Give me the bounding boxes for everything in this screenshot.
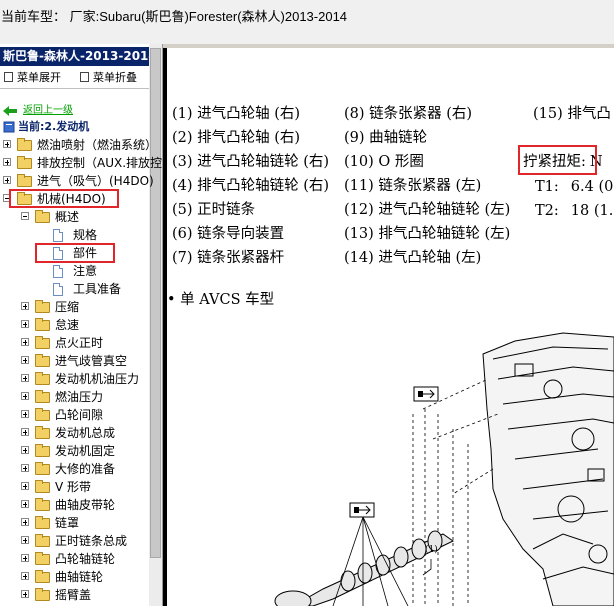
highlight-box bbox=[9, 189, 119, 208]
folder-icon bbox=[35, 588, 50, 601]
sidebar: 斯巴鲁-森林人-2013-2014- 菜单展开 菜单折叠 返回上一级 当前:2.… bbox=[0, 44, 163, 606]
folder-icon bbox=[35, 570, 50, 583]
expand-icon[interactable] bbox=[21, 518, 29, 526]
expand-icon[interactable] bbox=[21, 464, 29, 472]
highlight-box bbox=[518, 145, 597, 175]
collapse-icon[interactable] bbox=[21, 212, 29, 220]
parts-list-column-2: (8) 链条张紧器 (右) (9) 曲轴链轮 (10) O 形圈 (11) 链条… bbox=[344, 106, 511, 266]
document-icon bbox=[53, 283, 63, 296]
parts-list-column-3: (15) 排气凸 bbox=[533, 106, 611, 122]
collapse-all-button[interactable]: 菜单折叠 bbox=[80, 68, 137, 88]
folder-icon bbox=[35, 336, 50, 349]
sidebar-divider bbox=[0, 88, 149, 89]
sidebar-menu-bar: 菜单展开 菜单折叠 bbox=[0, 68, 149, 88]
expand-icon[interactable] bbox=[21, 356, 29, 364]
folder-icon bbox=[35, 408, 50, 421]
folder-icon bbox=[35, 390, 50, 403]
expand-icon[interactable] bbox=[21, 536, 29, 544]
scrollbar-thumb[interactable] bbox=[150, 48, 161, 558]
collapse-all-icon bbox=[80, 72, 89, 82]
expand-icon[interactable] bbox=[21, 572, 29, 580]
expand-all-button[interactable]: 菜单展开 bbox=[4, 68, 61, 88]
expand-icon[interactable] bbox=[21, 410, 29, 418]
expand-icon[interactable] bbox=[21, 446, 29, 454]
expand-icon[interactable] bbox=[21, 482, 29, 490]
document-top-border bbox=[163, 44, 614, 48]
document-left-border bbox=[163, 48, 167, 606]
folder-icon bbox=[35, 318, 50, 331]
expand-icon[interactable] bbox=[21, 500, 29, 508]
document-icon bbox=[53, 265, 63, 278]
torque-values: T1:6.4 (0. T2:18 (1.8 bbox=[535, 179, 614, 219]
section-heading: • 单 AVCS 车型 bbox=[167, 292, 275, 308]
expand-icon[interactable] bbox=[21, 590, 29, 598]
folder-icon bbox=[35, 426, 50, 439]
sidebar-header: 斯巴鲁-森林人-2013-2014- bbox=[0, 47, 149, 66]
expand-icon[interactable] bbox=[21, 392, 29, 400]
expand-icon[interactable] bbox=[3, 140, 11, 148]
folder-icon bbox=[35, 498, 50, 511]
sidebar-scrollbar[interactable] bbox=[149, 44, 162, 606]
torque-wrench-icon bbox=[349, 502, 375, 518]
expand-icon[interactable] bbox=[21, 338, 29, 346]
expand-icon[interactable] bbox=[21, 554, 29, 562]
expand-icon[interactable] bbox=[21, 374, 29, 382]
document-view: (1) 进气凸轮轴 (右) (2) 排气凸轮轴 (右) (3) 进气凸轮轴链轮 … bbox=[163, 44, 614, 606]
torque-wrench-icon bbox=[413, 386, 439, 402]
folder-icon bbox=[35, 516, 50, 529]
expand-icon[interactable] bbox=[21, 302, 29, 310]
highlight-box bbox=[35, 243, 115, 263]
folder-icon bbox=[35, 462, 50, 475]
window-title: 当前车型： 厂家:Subaru(斯巴鲁)Forester(森林人)2013-20… bbox=[1, 9, 348, 24]
folder-icon bbox=[35, 372, 50, 385]
folder-icon bbox=[35, 354, 50, 367]
diagram-callout-1: (1) bbox=[425, 544, 438, 555]
engine-exploded-diagram: (1) bbox=[274, 332, 614, 606]
folder-icon bbox=[35, 444, 50, 457]
folder-icon bbox=[17, 138, 32, 151]
current-node-label: 当前:2.发动机 bbox=[18, 120, 90, 133]
parts-list-column-1: (1) 进气凸轮轴 (右) (2) 排气凸轮轴 (右) (3) 进气凸轮轴链轮 … bbox=[172, 106, 330, 266]
expand-icon[interactable] bbox=[3, 158, 11, 166]
folder-icon bbox=[35, 552, 50, 565]
folder-icon bbox=[35, 480, 50, 493]
expand-all-icon bbox=[4, 72, 13, 82]
book-icon bbox=[3, 121, 15, 133]
document-icon bbox=[53, 229, 63, 242]
folder-icon bbox=[17, 174, 32, 187]
folder-open-icon bbox=[35, 210, 50, 223]
back-arrow-icon bbox=[3, 106, 17, 116]
window-title-bar: 当前车型： 厂家:Subaru(斯巴鲁)Forester(森林人)2013-20… bbox=[0, 0, 614, 44]
expand-icon[interactable] bbox=[21, 320, 29, 328]
expand-icon[interactable] bbox=[21, 428, 29, 436]
folder-icon bbox=[17, 156, 32, 169]
folder-icon bbox=[35, 534, 50, 547]
folder-icon bbox=[35, 300, 50, 313]
expand-icon[interactable] bbox=[3, 176, 11, 184]
